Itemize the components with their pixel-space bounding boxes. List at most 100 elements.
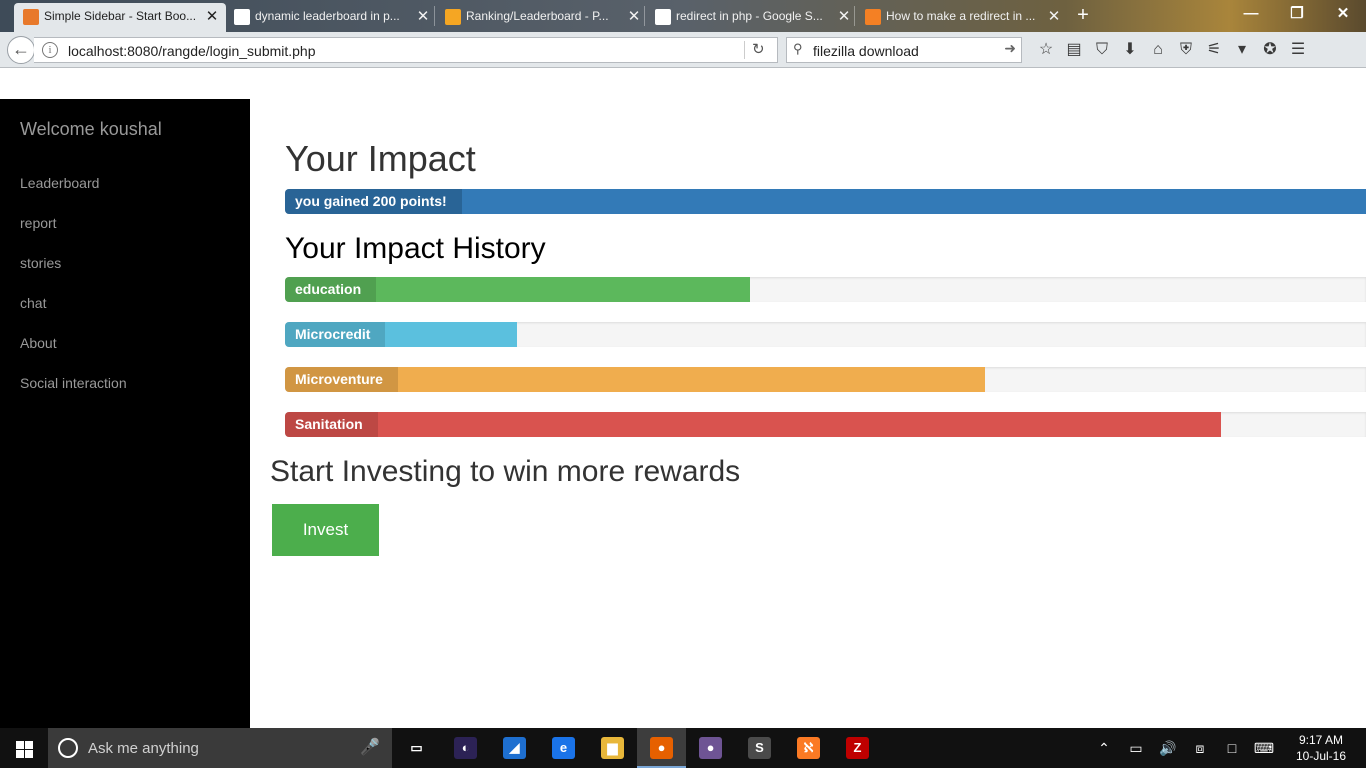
search-go-icon[interactable]: ➜ [1004, 40, 1016, 57]
volume-icon[interactable]: 🔊 [1152, 728, 1184, 768]
tab-close-icon[interactable]: ✕ [626, 3, 642, 30]
taskbar-clock[interactable]: 9:17 AM 10-Jul-16 [1288, 732, 1354, 764]
tab-title[interactable]: dynamic leaderboard in p... [255, 3, 411, 30]
tab-close-icon[interactable]: ✕ [415, 3, 431, 30]
sidebar-link-report[interactable]: report [20, 215, 127, 255]
firefox-icon: ● [650, 737, 673, 759]
star-icon[interactable]: ☆ [1032, 40, 1060, 60]
tab-close-icon[interactable]: ✕ [836, 3, 852, 30]
microphone-icon[interactable]: 🎤 [360, 737, 380, 757]
xampp-icon: ℵ [797, 737, 820, 759]
history-title: Your Impact History [285, 232, 546, 265]
sidebar-link-stories[interactable]: stories [20, 255, 127, 295]
progress-fill [285, 412, 1222, 437]
eclipse-icon: ◐ [454, 737, 477, 759]
keyboard-icon[interactable]: ⌨ [1248, 728, 1280, 768]
browser-tab[interactable]: dynamic leaderboard in p... ✕ [225, 3, 437, 32]
sidebar-link-leaderboard[interactable]: Leaderboard [20, 175, 127, 215]
new-tab-button[interactable]: + [1072, 3, 1094, 29]
download-icon[interactable]: ⬇ [1116, 40, 1144, 60]
pocket-icon[interactable]: ⛉ [1088, 40, 1116, 60]
taskbar-apps: ▭ ◐ ◢ e ▆ ● ● S ℵ Z [392, 728, 882, 768]
app-triangle-icon: ◢ [503, 737, 526, 759]
browser-tab[interactable]: How to make a redirect in ... ✕ [856, 3, 1068, 32]
tab-title[interactable]: How to make a redirect in ... [886, 3, 1042, 30]
taskbar-app[interactable]: ● [686, 728, 735, 768]
sync-icon[interactable]: ⚟ [1200, 40, 1228, 60]
file-explorer-icon: ▆ [601, 737, 624, 759]
tray-chevron-icon[interactable]: ⌃ [1088, 728, 1120, 768]
browser-tab[interactable]: Ranking/Leaderboard - P... ✕ [436, 3, 648, 32]
window-controls: — ❐ ✕ [1228, 0, 1366, 30]
progress-microcredit: Microcredit [285, 322, 1366, 347]
addon-fox-icon[interactable]: ✪ [1256, 40, 1284, 60]
taskbar-app[interactable]: S [735, 728, 784, 768]
url-text[interactable]: localhost:8080/rangde/login_submit.php [68, 43, 316, 59]
taskbar-app[interactable]: ● [637, 728, 686, 768]
taskbar-app[interactable]: Z [833, 728, 882, 768]
search-input[interactable]: filezilla download [813, 43, 919, 59]
notifications-icon[interactable]: □ [1216, 728, 1248, 768]
shield-icon[interactable]: ⛨ [1172, 40, 1200, 60]
back-button[interactable]: ← [7, 36, 35, 64]
tab-favicon-icon [445, 9, 461, 25]
tab-separator [434, 6, 435, 26]
taskbar-app[interactable]: ▆ [588, 728, 637, 768]
cortana-search-box[interactable]: Ask me anything 🎤 [48, 728, 392, 768]
wifi-icon[interactable]: ⧈ [1184, 728, 1216, 768]
filezilla-icon: Z [846, 737, 869, 759]
close-window-button[interactable]: ✕ [1320, 0, 1366, 30]
sidebar-link-chat[interactable]: chat [20, 295, 127, 335]
battery-icon[interactable]: ▭ [1120, 728, 1152, 768]
tab-favicon-icon [865, 9, 881, 25]
restore-button[interactable]: ❐ [1274, 0, 1320, 30]
progress-label: Microventure [285, 367, 398, 392]
tab-close-icon[interactable]: ✕ [1046, 3, 1062, 30]
start-button[interactable] [0, 728, 48, 768]
cortana-placeholder[interactable]: Ask me anything [88, 740, 199, 757]
points-progress: you gained 200 points! [285, 189, 1366, 214]
main-content: Your Impact you gained 200 points! Your … [250, 69, 1366, 728]
progress-microventure: Microventure [285, 367, 1366, 392]
windows-taskbar: Ask me anything 🎤 ▭ ◐ ◢ e ▆ ● ● S ℵ Z ⌃ ▭ 🔊 ⧈ □ ⌨… [0, 728, 1366, 768]
sidebar-nav: Leaderboard report stories chat About Social … [20, 175, 127, 415]
sidebar-link-social-interaction[interactable]: Social interaction [20, 375, 127, 415]
taskbar-app[interactable]: ◐ [441, 728, 490, 768]
info-icon[interactable]: i [42, 42, 58, 58]
invest-button[interactable]: Invest [272, 504, 379, 556]
home-icon[interactable]: ⌂ [1144, 40, 1172, 60]
tab-separator [854, 6, 855, 26]
tab-favicon-icon [23, 9, 39, 25]
progress-label: Microcredit [285, 322, 386, 347]
progress-education: education [285, 277, 1366, 302]
browser-tab[interactable]: redirect in php - Google S... ✕ [646, 3, 858, 32]
taskbar-app[interactable]: ℵ [784, 728, 833, 768]
taskbar-app[interactable]: ▭ [392, 728, 441, 768]
tab-title[interactable]: redirect in php - Google S... [676, 3, 832, 30]
sidebar-link-about[interactable]: About [20, 335, 127, 375]
browser-tab[interactable]: Simple Sidebar - Start Boo... ✕ [14, 3, 226, 32]
github-icon: ● [699, 737, 722, 759]
hamburger-menu-icon[interactable]: ☰ [1284, 40, 1312, 60]
reload-icon[interactable]: ↻ [752, 40, 765, 58]
tab-separator [644, 6, 645, 26]
impact-title: Your Impact [285, 138, 476, 179]
page-content: Welcome koushal Leaderboard report stories… [0, 69, 1366, 728]
progress-label: education [285, 277, 377, 302]
url-divider [744, 41, 745, 59]
sidebar: Welcome koushal Leaderboard report stories… [0, 99, 250, 728]
taskbar-app[interactable]: ◢ [490, 728, 539, 768]
tab-favicon-icon [655, 9, 671, 25]
clock-date: 10-Jul-16 [1295, 749, 1347, 763]
minimize-button[interactable]: — [1228, 0, 1274, 30]
menu-arrow-icon[interactable]: ▾ [1228, 40, 1256, 60]
browser-nav-bar: ← i localhost:8080/rangde/login_submit.p… [0, 32, 1366, 68]
search-bar[interactable]: ⚲ filezilla download ➜ [786, 37, 1022, 63]
reading-list-icon[interactable]: ▤ [1060, 40, 1088, 60]
cortana-icon [58, 738, 78, 758]
tab-title[interactable]: Simple Sidebar - Start Boo... [44, 3, 200, 30]
url-bar[interactable]: i localhost:8080/rangde/login_submit.php… [34, 37, 778, 63]
tab-title[interactable]: Ranking/Leaderboard - P... [466, 3, 622, 30]
taskbar-app[interactable]: e [539, 728, 588, 768]
tab-close-icon[interactable]: ✕ [204, 3, 220, 30]
